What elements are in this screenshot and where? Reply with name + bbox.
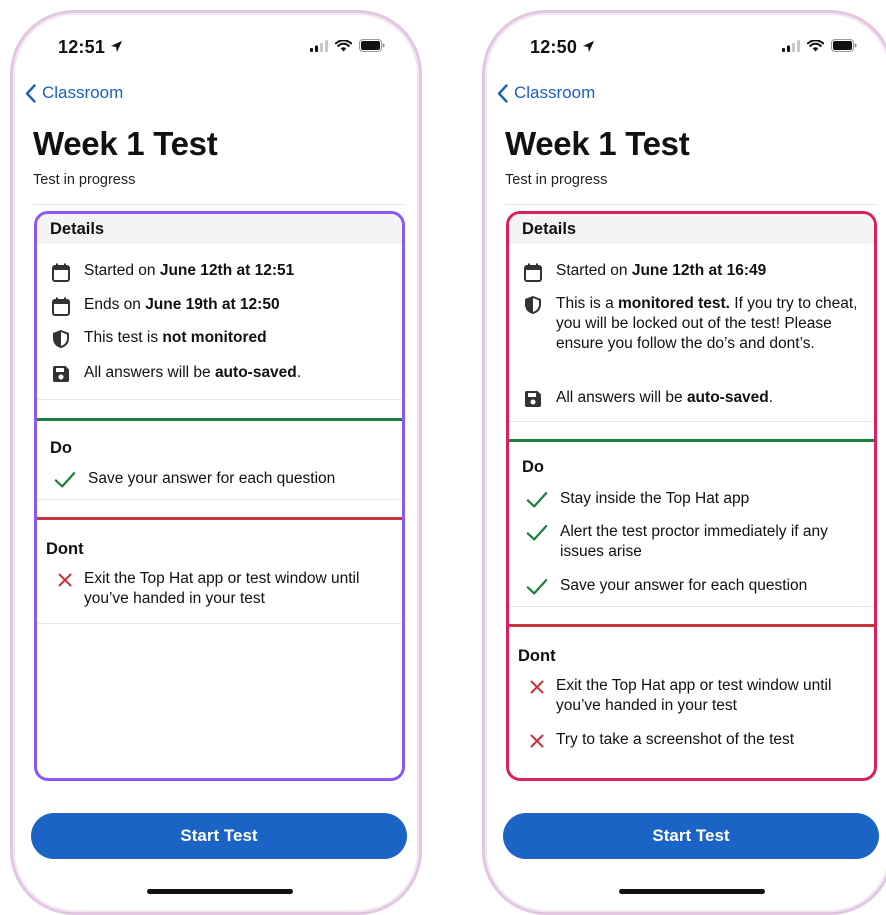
ends-prefix: Ends on: [84, 296, 146, 313]
back-label: Classroom: [514, 83, 596, 102]
autosave-term: auto-saved: [214, 364, 297, 381]
home-indicator: [619, 889, 765, 894]
autosave-term: auto-saved: [686, 389, 769, 406]
cross-icon: [526, 730, 548, 752]
check-icon: [526, 522, 548, 544]
status-time-group: 12:51: [58, 37, 123, 58]
do-heading: Do: [522, 458, 544, 476]
do-item: Save your answer for each question: [509, 576, 874, 606]
cross-icon: [54, 569, 76, 591]
status-time: 12:50: [530, 37, 578, 57]
location-arrow-icon: [110, 37, 123, 58]
autosave-prefix: All answers will be: [556, 389, 687, 406]
calendar-icon: [50, 261, 72, 283]
do-item-text: Alert the test proctor immediately if an…: [560, 523, 828, 560]
calendar-icon: [50, 295, 72, 317]
calendar-icon: [522, 261, 544, 283]
dont-heading: Dont: [518, 647, 556, 665]
signal-icon: [782, 39, 800, 57]
phone-screen-right: 12:50 Classroom Week 1 Test Test in prog…: [482, 10, 886, 915]
home-indicator: [147, 889, 293, 894]
page-title: Week 1 Test: [33, 125, 218, 162]
chevron-left-icon: [25, 83, 36, 103]
do-item: Stay inside the Top Hat app: [509, 489, 874, 522]
autosave-prefix: All answers will be: [84, 364, 215, 381]
ends-datetime: June 19th at 12:50: [145, 296, 280, 313]
dont-item-text: Exit the Top Hat app or test window unti…: [84, 570, 360, 607]
check-icon: [526, 576, 548, 598]
monitor-status: monitored test.: [618, 295, 730, 312]
details-heading: Details: [509, 214, 874, 244]
monitor-row: This test is not monitored: [37, 328, 402, 363]
page-subtitle: Test in progress: [505, 172, 608, 188]
card-top-edge: [33, 204, 404, 205]
save-icon: [50, 363, 72, 385]
battery-icon: [359, 39, 385, 57]
ends-row: Ends on June 19th at 12:50: [37, 295, 402, 328]
chevron-left-icon: [497, 83, 508, 103]
shield-icon: [50, 328, 72, 350]
status-bar: 12:51: [13, 35, 419, 61]
monitor-prefix: This test is: [84, 329, 163, 346]
save-icon: [522, 388, 544, 410]
started-datetime: June 12th at 12:51: [159, 262, 295, 279]
test-info-card: Details Started on June 12th at 16:49 Th…: [506, 211, 877, 781]
do-item: Alert the test proctor immediately if an…: [509, 522, 874, 576]
monitor-row: This is a monitored test. If you try to …: [509, 294, 874, 388]
started-row: Started on June 12th at 12:51: [37, 261, 402, 295]
divider: [37, 623, 402, 624]
test-info-card: Details Started on June 12th at 12:51 En…: [34, 211, 405, 781]
autosave-row: All answers will be auto-saved.: [509, 388, 874, 421]
details-heading: Details: [37, 214, 402, 244]
back-button[interactable]: Classroom: [497, 83, 595, 103]
dont-item: Exit the Top Hat app or test window unti…: [509, 676, 874, 730]
started-prefix: Started on: [84, 262, 160, 279]
started-row: Started on June 12th at 16:49: [509, 261, 874, 294]
phone-screen-left: 12:51 Classroom Week 1 Test Test in prog…: [10, 10, 422, 915]
check-icon: [54, 469, 76, 491]
autosave-suffix: .: [296, 364, 302, 381]
status-time: 12:51: [58, 37, 106, 57]
do-heading: Do: [50, 439, 72, 457]
do-item-text: Save your answer for each question: [560, 577, 808, 594]
card-top-edge: [505, 204, 876, 205]
wifi-icon: [334, 39, 353, 57]
monitor-status: not monitored: [162, 329, 267, 346]
battery-icon: [831, 39, 857, 57]
wifi-icon: [806, 39, 825, 57]
check-icon: [526, 489, 548, 511]
location-arrow-icon: [582, 37, 595, 58]
started-datetime: June 12th at 16:49: [631, 262, 767, 279]
cross-icon: [526, 676, 548, 698]
back-button[interactable]: Classroom: [25, 83, 123, 103]
do-item-text: Stay inside the Top Hat app: [560, 490, 750, 507]
status-icons: [782, 39, 857, 57]
dont-item: Exit the Top Hat app or test window unti…: [37, 569, 402, 623]
shield-icon: [522, 294, 544, 316]
do-item: Save your answer for each question: [37, 469, 402, 499]
dont-heading: Dont: [46, 540, 84, 558]
autosave-suffix: .: [768, 389, 774, 406]
back-label: Classroom: [42, 83, 124, 102]
do-item-text: Save your answer for each question: [88, 470, 336, 487]
dont-item-text: Exit the Top Hat app or test window unti…: [556, 677, 832, 714]
page-title: Week 1 Test: [505, 125, 690, 162]
page-subtitle: Test in progress: [33, 172, 136, 188]
status-icons: [310, 39, 385, 57]
monitor-prefix: This is a: [556, 295, 619, 312]
dont-item-text: Try to take a screenshot of the test: [556, 731, 795, 748]
autosave-row: All answers will be auto-saved.: [37, 363, 402, 399]
started-prefix: Started on: [556, 262, 632, 279]
status-time-group: 12:50: [530, 37, 595, 58]
dont-item: Try to take a screenshot of the test: [509, 730, 874, 760]
start-test-button[interactable]: Start Test: [31, 813, 407, 859]
start-test-button[interactable]: Start Test: [503, 813, 879, 859]
status-bar: 12:50: [485, 35, 886, 61]
signal-icon: [310, 39, 328, 57]
